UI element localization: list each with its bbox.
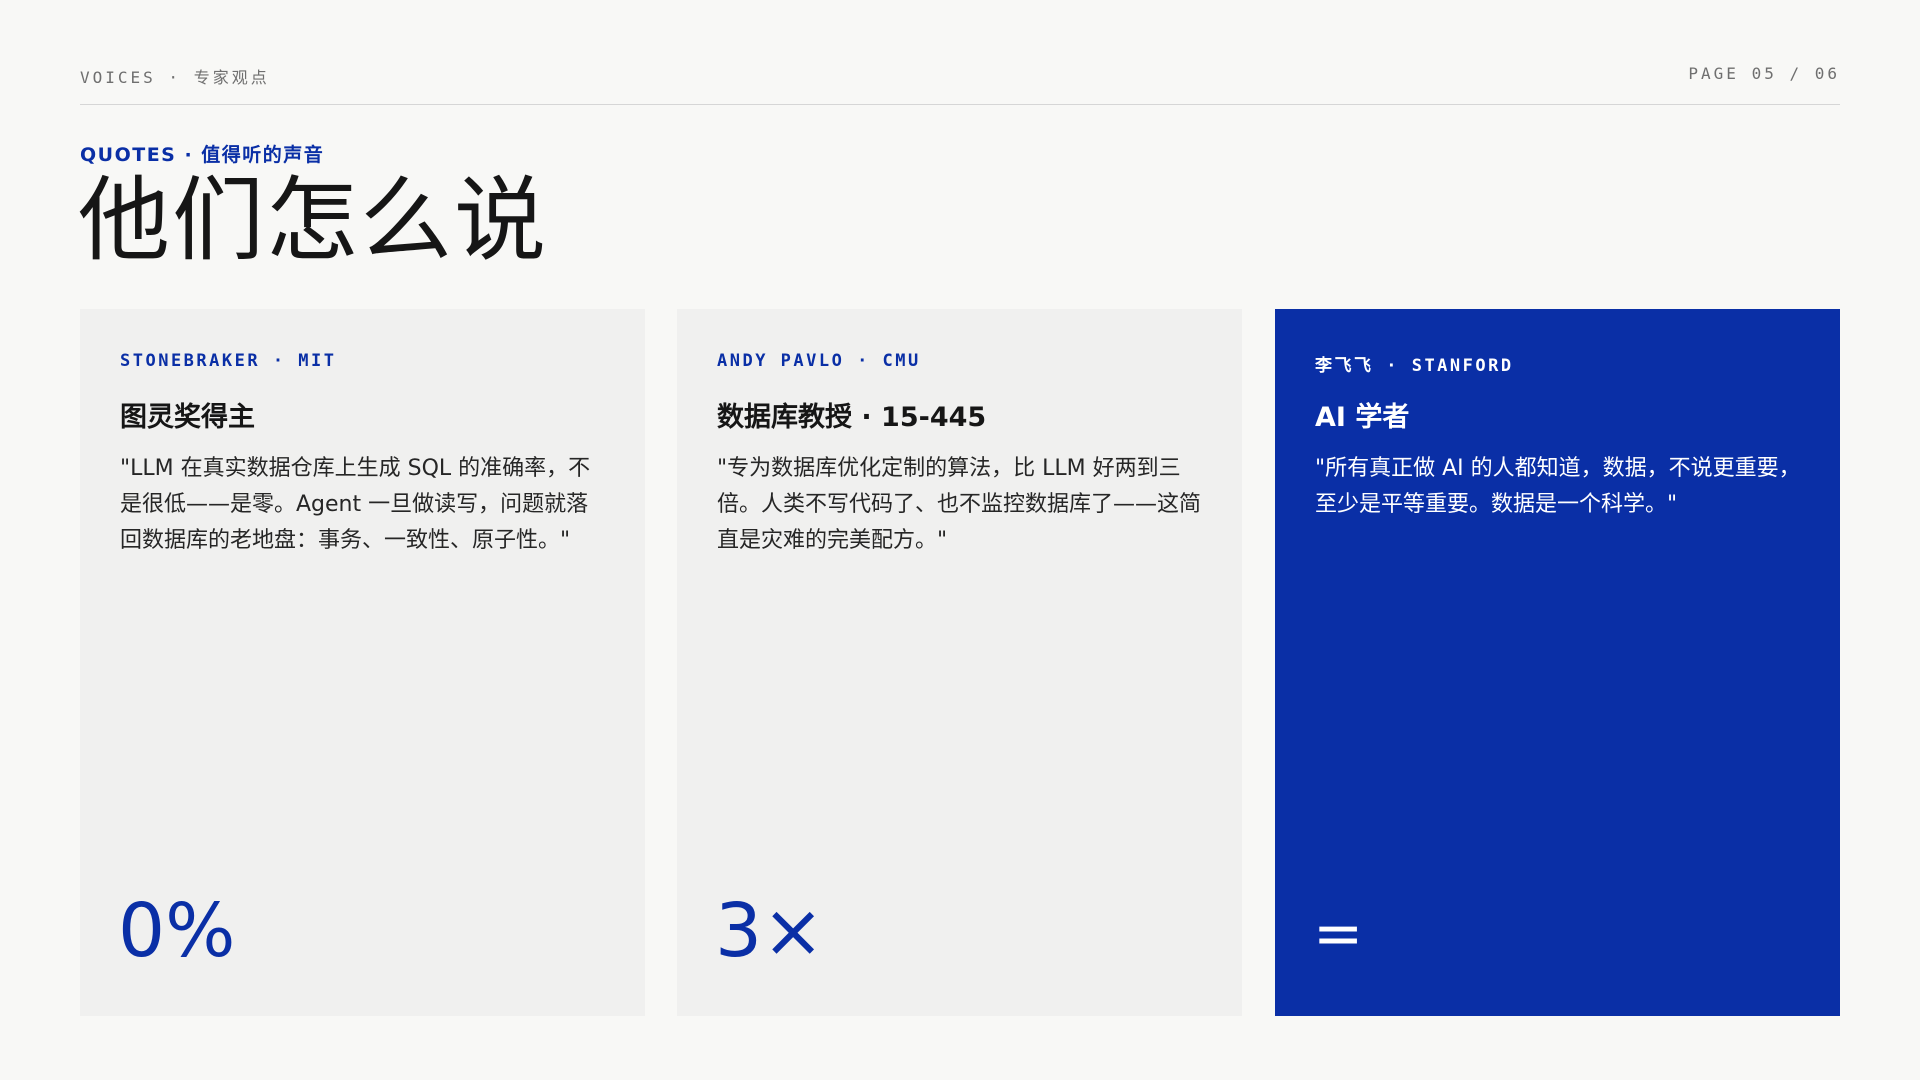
top-bar: VOICES · 专家观点 PAGE 05 / 06 xyxy=(80,64,1840,88)
quote-card-pavlo: ANDY PAVLO · CMU 数据库教授 · 15-445 "专为数据库优化… xyxy=(677,309,1242,1016)
header-divider xyxy=(80,104,1840,105)
card-role: 数据库教授 · 15-445 xyxy=(717,402,987,433)
quote-card-feifei-li: 李飞飞 · STANFORD AI 学者 "所有真正做 AI 的人都知道，数据，… xyxy=(1275,309,1840,1016)
card-stat: 3× xyxy=(715,888,825,974)
card-tag: STONEBRAKER · MIT xyxy=(120,351,337,371)
card-stat: 0% xyxy=(118,888,236,974)
quote-cards: STONEBRAKER · MIT 图灵奖得主 "LLM 在真实数据仓库上生成 … xyxy=(80,309,1840,1016)
card-quote: "LLM 在真实数据仓库上生成 SQL 的准确率，不是很低——是零。Agent … xyxy=(120,456,591,553)
card-tag: 李飞飞 · STANFORD xyxy=(1315,356,1514,376)
quote-card-stonebraker: STONEBRAKER · MIT 图灵奖得主 "LLM 在真实数据仓库上生成 … xyxy=(80,309,645,1016)
card-role: 图灵奖得主 xyxy=(120,402,255,433)
card-stat: = xyxy=(1313,899,1364,969)
page-indicator: PAGE 05 / 06 xyxy=(1688,64,1840,83)
kicker-label: QUOTES · 值得听的声音 xyxy=(80,144,325,166)
card-tag: ANDY PAVLO · CMU xyxy=(717,351,921,371)
card-quote: "所有真正做 AI 的人都知道，数据，不说更重要，至少是平等重要。数据是一个科学… xyxy=(1315,456,1801,517)
section-label: VOICES · 专家观点 xyxy=(80,68,270,87)
slide-page: VOICES · 专家观点 PAGE 05 / 06 QUOTES · 值得听的… xyxy=(0,0,1920,1080)
card-role: AI 学者 xyxy=(1315,402,1410,433)
card-quote: "专为数据库优化定制的算法，比 LLM 好两到三倍。人类不写代码了、也不监控数据… xyxy=(717,456,1202,553)
page-title: 他们怎么说 xyxy=(78,167,549,274)
